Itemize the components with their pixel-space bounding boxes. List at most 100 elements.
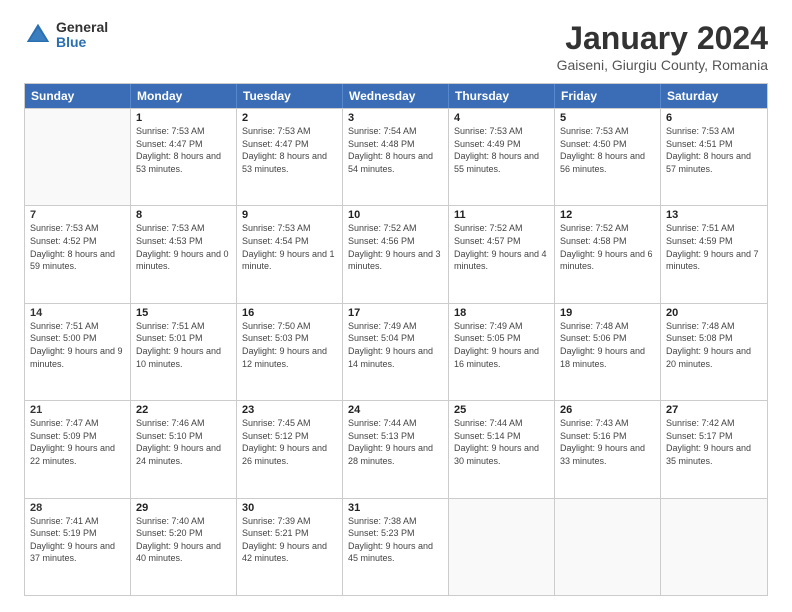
weekday-header-monday: Monday <box>131 84 237 108</box>
header: General Blue January 2024 Gaiseni, Giurg… <box>24 20 768 73</box>
day-number: 6 <box>666 112 762 124</box>
month-title: January 2024 <box>557 20 768 57</box>
day-number: 31 <box>348 502 443 514</box>
calendar-cell <box>449 499 555 595</box>
weekday-header-sunday: Sunday <box>25 84 131 108</box>
calendar-week-5: 28Sunrise: 7:41 AMSunset: 5:19 PMDayligh… <box>25 498 767 595</box>
day-info: Sunrise: 7:53 AMSunset: 4:49 PMDaylight:… <box>454 125 549 175</box>
calendar-cell: 4Sunrise: 7:53 AMSunset: 4:49 PMDaylight… <box>449 109 555 205</box>
day-number: 20 <box>666 307 762 319</box>
day-info: Sunrise: 7:45 AMSunset: 5:12 PMDaylight:… <box>242 417 337 467</box>
location: Gaiseni, Giurgiu County, Romania <box>557 57 768 73</box>
weekday-header-wednesday: Wednesday <box>343 84 449 108</box>
day-info: Sunrise: 7:53 AMSunset: 4:54 PMDaylight:… <box>242 222 337 272</box>
day-info: Sunrise: 7:42 AMSunset: 5:17 PMDaylight:… <box>666 417 762 467</box>
calendar-cell: 16Sunrise: 7:50 AMSunset: 5:03 PMDayligh… <box>237 304 343 400</box>
day-info: Sunrise: 7:46 AMSunset: 5:10 PMDaylight:… <box>136 417 231 467</box>
day-info: Sunrise: 7:49 AMSunset: 5:04 PMDaylight:… <box>348 320 443 370</box>
day-info: Sunrise: 7:48 AMSunset: 5:08 PMDaylight:… <box>666 320 762 370</box>
day-number: 16 <box>242 307 337 319</box>
logo-general-text: General <box>56 20 108 35</box>
calendar-cell: 14Sunrise: 7:51 AMSunset: 5:00 PMDayligh… <box>25 304 131 400</box>
day-number: 24 <box>348 404 443 416</box>
calendar-cell: 6Sunrise: 7:53 AMSunset: 4:51 PMDaylight… <box>661 109 767 205</box>
calendar-cell: 9Sunrise: 7:53 AMSunset: 4:54 PMDaylight… <box>237 206 343 302</box>
calendar-cell: 11Sunrise: 7:52 AMSunset: 4:57 PMDayligh… <box>449 206 555 302</box>
logo-icon <box>24 21 52 49</box>
calendar: SundayMondayTuesdayWednesdayThursdayFrid… <box>24 83 768 596</box>
calendar-cell: 12Sunrise: 7:52 AMSunset: 4:58 PMDayligh… <box>555 206 661 302</box>
calendar-cell: 13Sunrise: 7:51 AMSunset: 4:59 PMDayligh… <box>661 206 767 302</box>
day-number: 13 <box>666 209 762 221</box>
calendar-cell: 22Sunrise: 7:46 AMSunset: 5:10 PMDayligh… <box>131 401 237 497</box>
calendar-cell: 29Sunrise: 7:40 AMSunset: 5:20 PMDayligh… <box>131 499 237 595</box>
day-number: 29 <box>136 502 231 514</box>
calendar-body: 1Sunrise: 7:53 AMSunset: 4:47 PMDaylight… <box>25 108 767 595</box>
calendar-cell: 7Sunrise: 7:53 AMSunset: 4:52 PMDaylight… <box>25 206 131 302</box>
calendar-cell: 8Sunrise: 7:53 AMSunset: 4:53 PMDaylight… <box>131 206 237 302</box>
calendar-cell: 31Sunrise: 7:38 AMSunset: 5:23 PMDayligh… <box>343 499 449 595</box>
weekday-header-tuesday: Tuesday <box>237 84 343 108</box>
day-info: Sunrise: 7:53 AMSunset: 4:47 PMDaylight:… <box>242 125 337 175</box>
calendar-cell: 10Sunrise: 7:52 AMSunset: 4:56 PMDayligh… <box>343 206 449 302</box>
day-info: Sunrise: 7:54 AMSunset: 4:48 PMDaylight:… <box>348 125 443 175</box>
day-number: 8 <box>136 209 231 221</box>
day-info: Sunrise: 7:51 AMSunset: 4:59 PMDaylight:… <box>666 222 762 272</box>
page: General Blue January 2024 Gaiseni, Giurg… <box>0 0 792 612</box>
calendar-cell: 21Sunrise: 7:47 AMSunset: 5:09 PMDayligh… <box>25 401 131 497</box>
calendar-cell: 30Sunrise: 7:39 AMSunset: 5:21 PMDayligh… <box>237 499 343 595</box>
day-number: 17 <box>348 307 443 319</box>
day-number: 9 <box>242 209 337 221</box>
calendar-cell: 15Sunrise: 7:51 AMSunset: 5:01 PMDayligh… <box>131 304 237 400</box>
day-number: 2 <box>242 112 337 124</box>
day-number: 15 <box>136 307 231 319</box>
weekday-header-saturday: Saturday <box>661 84 767 108</box>
day-info: Sunrise: 7:39 AMSunset: 5:21 PMDaylight:… <box>242 515 337 565</box>
calendar-week-3: 14Sunrise: 7:51 AMSunset: 5:00 PMDayligh… <box>25 303 767 400</box>
calendar-cell: 23Sunrise: 7:45 AMSunset: 5:12 PMDayligh… <box>237 401 343 497</box>
calendar-cell: 3Sunrise: 7:54 AMSunset: 4:48 PMDaylight… <box>343 109 449 205</box>
day-number: 25 <box>454 404 549 416</box>
day-info: Sunrise: 7:43 AMSunset: 5:16 PMDaylight:… <box>560 417 655 467</box>
day-info: Sunrise: 7:50 AMSunset: 5:03 PMDaylight:… <box>242 320 337 370</box>
day-info: Sunrise: 7:44 AMSunset: 5:14 PMDaylight:… <box>454 417 549 467</box>
day-info: Sunrise: 7:51 AMSunset: 5:01 PMDaylight:… <box>136 320 231 370</box>
calendar-cell <box>25 109 131 205</box>
day-number: 14 <box>30 307 125 319</box>
day-number: 21 <box>30 404 125 416</box>
calendar-cell: 2Sunrise: 7:53 AMSunset: 4:47 PMDaylight… <box>237 109 343 205</box>
calendar-cell: 28Sunrise: 7:41 AMSunset: 5:19 PMDayligh… <box>25 499 131 595</box>
calendar-week-2: 7Sunrise: 7:53 AMSunset: 4:52 PMDaylight… <box>25 205 767 302</box>
day-number: 10 <box>348 209 443 221</box>
calendar-cell: 20Sunrise: 7:48 AMSunset: 5:08 PMDayligh… <box>661 304 767 400</box>
calendar-cell: 26Sunrise: 7:43 AMSunset: 5:16 PMDayligh… <box>555 401 661 497</box>
calendar-cell: 1Sunrise: 7:53 AMSunset: 4:47 PMDaylight… <box>131 109 237 205</box>
day-number: 28 <box>30 502 125 514</box>
day-number: 30 <box>242 502 337 514</box>
weekday-header-thursday: Thursday <box>449 84 555 108</box>
calendar-cell: 24Sunrise: 7:44 AMSunset: 5:13 PMDayligh… <box>343 401 449 497</box>
logo-text: General Blue <box>56 20 108 51</box>
calendar-cell <box>661 499 767 595</box>
calendar-cell <box>555 499 661 595</box>
day-number: 1 <box>136 112 231 124</box>
calendar-cell: 25Sunrise: 7:44 AMSunset: 5:14 PMDayligh… <box>449 401 555 497</box>
day-number: 3 <box>348 112 443 124</box>
day-info: Sunrise: 7:53 AMSunset: 4:53 PMDaylight:… <box>136 222 231 272</box>
day-number: 19 <box>560 307 655 319</box>
logo-blue-text: Blue <box>56 35 108 50</box>
day-info: Sunrise: 7:40 AMSunset: 5:20 PMDaylight:… <box>136 515 231 565</box>
title-block: January 2024 Gaiseni, Giurgiu County, Ro… <box>557 20 768 73</box>
day-number: 18 <box>454 307 549 319</box>
day-number: 23 <box>242 404 337 416</box>
calendar-week-1: 1Sunrise: 7:53 AMSunset: 4:47 PMDaylight… <box>25 108 767 205</box>
day-number: 4 <box>454 112 549 124</box>
calendar-header: SundayMondayTuesdayWednesdayThursdayFrid… <box>25 84 767 108</box>
logo: General Blue <box>24 20 108 51</box>
day-number: 11 <box>454 209 549 221</box>
day-info: Sunrise: 7:53 AMSunset: 4:47 PMDaylight:… <box>136 125 231 175</box>
day-info: Sunrise: 7:53 AMSunset: 4:52 PMDaylight:… <box>30 222 125 272</box>
day-info: Sunrise: 7:48 AMSunset: 5:06 PMDaylight:… <box>560 320 655 370</box>
calendar-week-4: 21Sunrise: 7:47 AMSunset: 5:09 PMDayligh… <box>25 400 767 497</box>
day-number: 7 <box>30 209 125 221</box>
